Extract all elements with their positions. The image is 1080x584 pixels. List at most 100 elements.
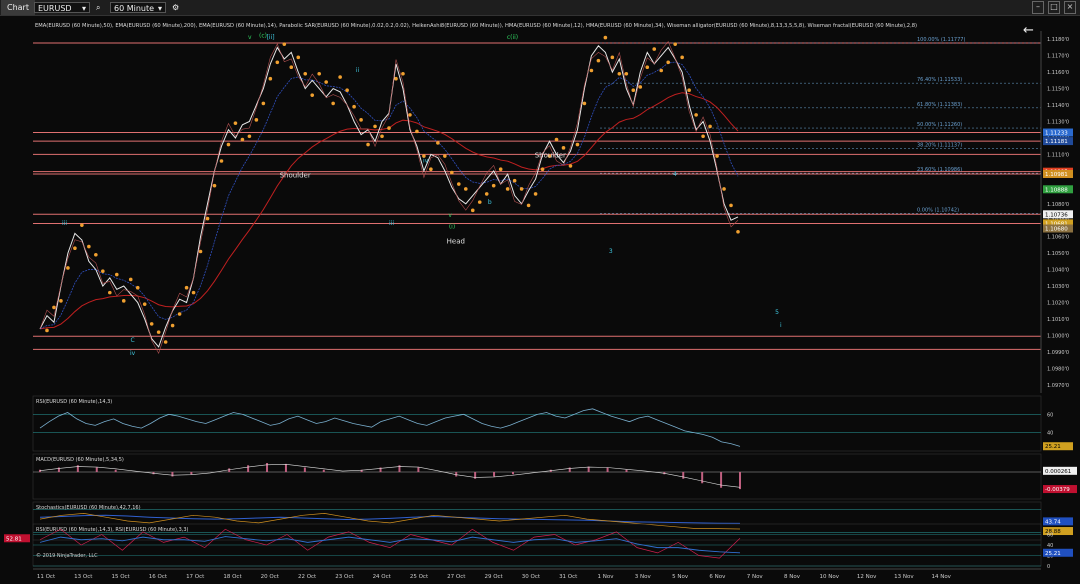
rsi-tick-label: 60 [1047, 412, 1053, 418]
sar-dot [233, 121, 238, 125]
sar-dot [715, 154, 719, 158]
sar-dot [457, 182, 461, 186]
x-tick-label: 25 Oct [410, 574, 429, 580]
wave-label: ii [356, 67, 360, 74]
sar-dot [52, 305, 56, 310]
y-tick-label: 1.1020'0 [1047, 301, 1069, 307]
sar-dot [603, 35, 608, 40]
y-tick-label: 1.0990'0 [1047, 350, 1069, 356]
close-button[interactable]: × [1064, 1, 1076, 14]
sar-dot [135, 285, 140, 290]
y-tick-label: 1.1180'0 [1047, 37, 1069, 43]
sar-dot [701, 134, 705, 139]
sar-dot [708, 124, 712, 129]
y-tick-label: 1.1050'0 [1047, 251, 1069, 257]
sar-dot [722, 187, 726, 191]
x-tick-label: 24 Oct [373, 574, 392, 580]
sar-dot [163, 340, 168, 344]
y-tick-label: 1.0980'0 [1047, 366, 1069, 372]
sar-dot [729, 203, 733, 208]
search-icon[interactable]: ⌕ [96, 2, 100, 13]
minimize-button[interactable]: – [1032, 1, 1044, 14]
x-tick-label: 29 Oct [484, 574, 503, 580]
panel-title: Stochastics(EURUSD (60 Minute),42,7,16) [36, 505, 141, 511]
y-tick-label: 1.1150'0 [1047, 87, 1069, 93]
tab-chart[interactable]: Chart [1, 0, 35, 15]
sar-dot [484, 192, 489, 196]
sar-dot [149, 322, 154, 326]
sar-dot [394, 76, 398, 81]
chart-canvas[interactable]: EMA(EURUSD (60 Minute),50), EMA(EURUSD (… [0, 16, 1080, 584]
price-tag-label: 1.10981 [1045, 172, 1068, 178]
macd-value-label: -0.00379 [1045, 487, 1070, 493]
timeframe-value: 60 Minute [114, 4, 155, 13]
sar-dot [526, 203, 531, 208]
y-tick-label: 1.0970'0 [1047, 383, 1069, 389]
sar-dot [94, 252, 98, 257]
y-tick-label: 1.1000'0 [1047, 333, 1069, 339]
instrument-selector[interactable]: EURUSD ▾ [34, 2, 90, 13]
x-tick-label: 15 Oct [111, 574, 130, 580]
sar-dot [359, 118, 363, 122]
sar-dot [610, 55, 615, 60]
y-tick-label: 1.1080'0 [1047, 202, 1069, 208]
sar-dot [184, 285, 189, 290]
sar-dot [498, 167, 503, 172]
sar-dot [631, 88, 636, 93]
x-tick-label: 14 Nov [931, 574, 951, 580]
back-arrow-icon[interactable]: ← [1023, 23, 1034, 38]
price-tag-label: 1.11233 [1045, 131, 1068, 137]
rsi2-tick-label: 40 [1047, 543, 1053, 549]
sar-dot [108, 290, 112, 295]
wave-label: iii [389, 220, 394, 227]
sar-dot [519, 187, 524, 191]
y-tick-label: 1.1140'0 [1047, 103, 1069, 109]
settings-icon[interactable]: ⚙ [172, 2, 179, 13]
toolbar: Chart EURUSD ▾ ⌕ 60 Minute ▾ ⚙ – □ × [0, 0, 1080, 16]
sar-dot [387, 126, 391, 130]
fib-level-label: 61.80% (1.11383) [917, 102, 962, 108]
maximize-button[interactable]: □ [1048, 1, 1060, 14]
price-tag-label: 1.10888 [1045, 187, 1068, 193]
sar-dot [366, 142, 370, 147]
y-tick-label: 1.1030'0 [1047, 284, 1069, 290]
x-tick-label: 31 Oct [559, 574, 578, 580]
sar-dot [191, 290, 196, 295]
sar-dot [477, 200, 482, 204]
fib-level-label: 100.00% (1.11777) [917, 37, 965, 43]
wave-label: b [488, 199, 492, 206]
x-tick-label: 1 Nov [598, 574, 615, 580]
sar-dot [289, 65, 294, 69]
x-tick-label: 5 Nov [672, 574, 689, 580]
sar-dot [114, 272, 119, 277]
sar-dot [59, 299, 63, 303]
x-tick-label: 11 Oct [37, 574, 56, 580]
wave-label: Head [447, 237, 465, 245]
sar-dot [666, 60, 670, 65]
wave-label: iv [423, 158, 429, 165]
sar-dot [659, 68, 664, 73]
sar-dot [540, 167, 545, 172]
x-tick-label: 3 Nov [635, 574, 652, 580]
wave-label: 4 [673, 171, 677, 178]
y-tick-label: 1.1040'0 [1047, 268, 1069, 274]
rsi2-tick-label: 60 [1047, 533, 1053, 539]
sar-dot [142, 302, 147, 306]
sar-dot [694, 113, 698, 117]
sar-dot [415, 129, 419, 134]
sar-dot [463, 187, 468, 191]
sar-dot [177, 312, 182, 316]
sar-dot [66, 266, 70, 270]
x-tick-label: 18 Oct [223, 574, 242, 580]
y-tick-label: 1.1130'0 [1047, 120, 1069, 126]
sar-dot [170, 323, 175, 328]
fib-level-label: 76.40% (1.11533) [917, 77, 962, 83]
sar-dot [429, 167, 433, 172]
rsi-tick-label: 40 [1047, 431, 1053, 437]
sar-dot [443, 154, 447, 158]
timeframe-selector[interactable]: 60 Minute ▾ [110, 2, 166, 13]
wave-label: (i) [449, 223, 455, 230]
y-tick-label: 1.1060'0 [1047, 235, 1069, 241]
wave-label: iv [130, 350, 136, 357]
rsi2-left-label: 52.81 [6, 536, 22, 542]
